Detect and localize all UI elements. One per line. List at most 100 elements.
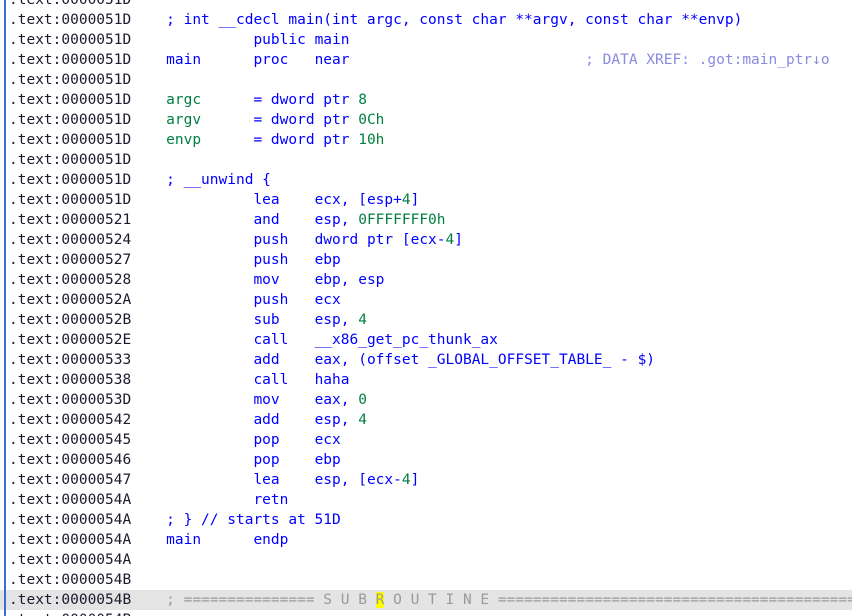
var-definition: = dword ptr	[253, 92, 359, 108]
var-definition: = dword ptr	[253, 112, 359, 128]
disassembly-row[interactable]: .text:00000546 pop ebp	[0, 450, 852, 470]
operand-number: 4	[358, 312, 367, 328]
operand-token: ]	[410, 472, 420, 488]
banner-suffix: ========================================…	[497, 592, 852, 608]
disassembly-row[interactable]: .text:0000054B	[0, 570, 852, 590]
label-cell	[166, 292, 253, 308]
operand-token: ecx	[314, 292, 341, 308]
var-definition: = dword ptr	[253, 132, 359, 148]
label-cell	[166, 472, 253, 488]
line-address: .text:0000054A	[9, 552, 167, 568]
label-cell	[166, 312, 253, 328]
disassembly-row[interactable]: .text:00000528 mov ebp, esp	[0, 270, 852, 290]
symbol-name[interactable]: main	[166, 532, 253, 548]
disassembly-row[interactable]: .text:0000052A push ecx	[0, 290, 852, 310]
instruction-mnemonic: pop	[253, 452, 315, 468]
instruction-mnemonic: retn	[253, 492, 315, 508]
disassembly-row[interactable]: .text:0000051D ; __unwind {	[0, 170, 852, 190]
line-address: .text:0000051D	[9, 152, 167, 168]
disassembly-row[interactable]: .text:0000051D lea ecx, [esp+4]	[0, 190, 852, 210]
subroutine-banner-row[interactable]: .text:0000054B ; =============== S U B R…	[0, 590, 852, 610]
line-address: .text:00000542	[9, 412, 167, 428]
operand-token: ebp	[314, 452, 341, 468]
instruction-mnemonic: mov	[253, 392, 315, 408]
line-address: .text:00000521	[9, 212, 167, 228]
disassembly-row[interactable]: .text:00000533 add eax, (offset _GLOBAL_…	[0, 350, 852, 370]
disassembly-row[interactable]: .text:0000052E call __x86_get_pc_thunk_a…	[0, 330, 852, 350]
disassembly-row[interactable]: .text:0000054A	[0, 550, 852, 570]
disassembly-row[interactable]: .text:00000538 call haha	[0, 370, 852, 390]
label-cell	[166, 332, 253, 348]
instruction-mnemonic: lea	[253, 472, 315, 488]
var-offset-value: 10h	[358, 132, 385, 148]
operand-token: __x86_get_pc_thunk_ax	[314, 332, 498, 348]
local-var-name[interactable]: envp	[166, 132, 253, 148]
ida-disassembly-view[interactable]: .text:0000051D .text:0000051D ; int __cd…	[0, 0, 852, 616]
disassembly-row[interactable]: .text:0000051D	[0, 0, 852, 10]
disassembly-row[interactable]: .text:0000051D argv = dword ptr 0Ch	[0, 110, 852, 130]
instruction-mnemonic: lea	[253, 192, 315, 208]
line-address: .text:00000528	[9, 272, 167, 288]
instruction-mnemonic: mov	[253, 272, 315, 288]
line-address: .text:0000051D	[9, 172, 167, 188]
line-address: .text:0000054B	[9, 592, 167, 608]
line-address: .text:0000051D	[9, 0, 167, 8]
disassembly-row[interactable]: .text:00000524 push dword ptr [ecx-4]	[0, 230, 852, 250]
label-cell	[166, 372, 253, 388]
disassembly-row[interactable]: .text:0000051D ; int __cdecl main(int ar…	[0, 10, 852, 30]
operand-token: haha	[314, 372, 350, 388]
disassembly-row[interactable]: .text:00000542 add esp, 4	[0, 410, 852, 430]
label-cell	[166, 32, 253, 48]
label-cell	[166, 212, 253, 228]
line-address: .text:00000538	[9, 372, 167, 388]
disassembly-row[interactable]: .text:0000051D envp = dword ptr 10h	[0, 130, 852, 150]
disassembly-row[interactable]: .text:00000545 pop ecx	[0, 430, 852, 450]
label-cell	[166, 392, 253, 408]
line-address: .text:0000054A	[9, 512, 167, 528]
disassembly-row[interactable]: .text:0000052B sub esp, 4	[0, 310, 852, 330]
instruction-mnemonic: push	[253, 252, 315, 268]
disassembly-row[interactable]: .text:0000054B	[0, 610, 852, 616]
instruction-mnemonic: add	[253, 412, 315, 428]
disassembly-row[interactable]: .text:0000051D main proc near ; DATA XRE…	[0, 50, 852, 70]
disassembly-row[interactable]: .text:00000527 push ebp	[0, 250, 852, 270]
operand-number: 0FFFFFFF0h	[358, 212, 446, 228]
line-address: .text:0000051D	[9, 52, 167, 68]
line-address: .text:00000547	[9, 472, 167, 488]
disassembly-row[interactable]: .text:0000051D public main	[0, 30, 852, 50]
disassembly-listing[interactable]: .text:0000051D .text:0000051D ; int __cd…	[0, 0, 852, 616]
line-address: .text:0000053D	[9, 392, 167, 408]
operand-token: ]	[454, 232, 463, 248]
disassembly-row[interactable]: .text:0000053D mov eax, 0	[0, 390, 852, 410]
disassembly-row[interactable]: .text:0000054A ; } // starts at 51D	[0, 510, 852, 530]
disassembly-row[interactable]: .text:0000054A main endp	[0, 530, 852, 550]
disassembly-row[interactable]: .text:0000051D	[0, 70, 852, 90]
disassembly-row[interactable]: .text:00000547 lea esp, [ecx-4]	[0, 470, 852, 490]
symbol-name[interactable]: main	[166, 52, 253, 68]
instruction-mnemonic: endp	[253, 532, 315, 548]
operand-token: main	[314, 32, 350, 48]
disassembly-row[interactable]: .text:0000051D	[0, 150, 852, 170]
label-cell	[166, 272, 253, 288]
operand-number: 0	[358, 392, 367, 408]
line-comment: ; int __cdecl main(int argc, const char …	[166, 12, 743, 28]
instruction-mnemonic: push	[253, 292, 315, 308]
disassembly-row[interactable]: .text:0000051D argc = dword ptr 8	[0, 90, 852, 110]
line-address: .text:0000051D	[9, 72, 167, 88]
disassembly-row[interactable]: .text:00000521 and esp, 0FFFFFFF0h	[0, 210, 852, 230]
label-cell	[166, 432, 253, 448]
instruction-mnemonic: sub	[253, 312, 315, 328]
operand-token: ebp, esp	[314, 272, 385, 288]
instruction-mnemonic: proc	[253, 52, 315, 68]
instruction-mnemonic: public	[253, 32, 315, 48]
local-var-name[interactable]: argv	[166, 112, 253, 128]
cross-reference-comment[interactable]: ; DATA XREF: .got:main_ptr↓o	[349, 52, 829, 68]
banner-title-before: S U B	[314, 592, 376, 608]
operand-token: esp,	[314, 412, 359, 428]
local-var-name[interactable]: argc	[166, 92, 253, 108]
label-cell	[166, 252, 253, 268]
operand-token: eax,	[314, 392, 359, 408]
label-cell	[166, 232, 253, 248]
operand-token: esp,	[314, 312, 359, 328]
disassembly-row[interactable]: .text:0000054A retn	[0, 490, 852, 510]
